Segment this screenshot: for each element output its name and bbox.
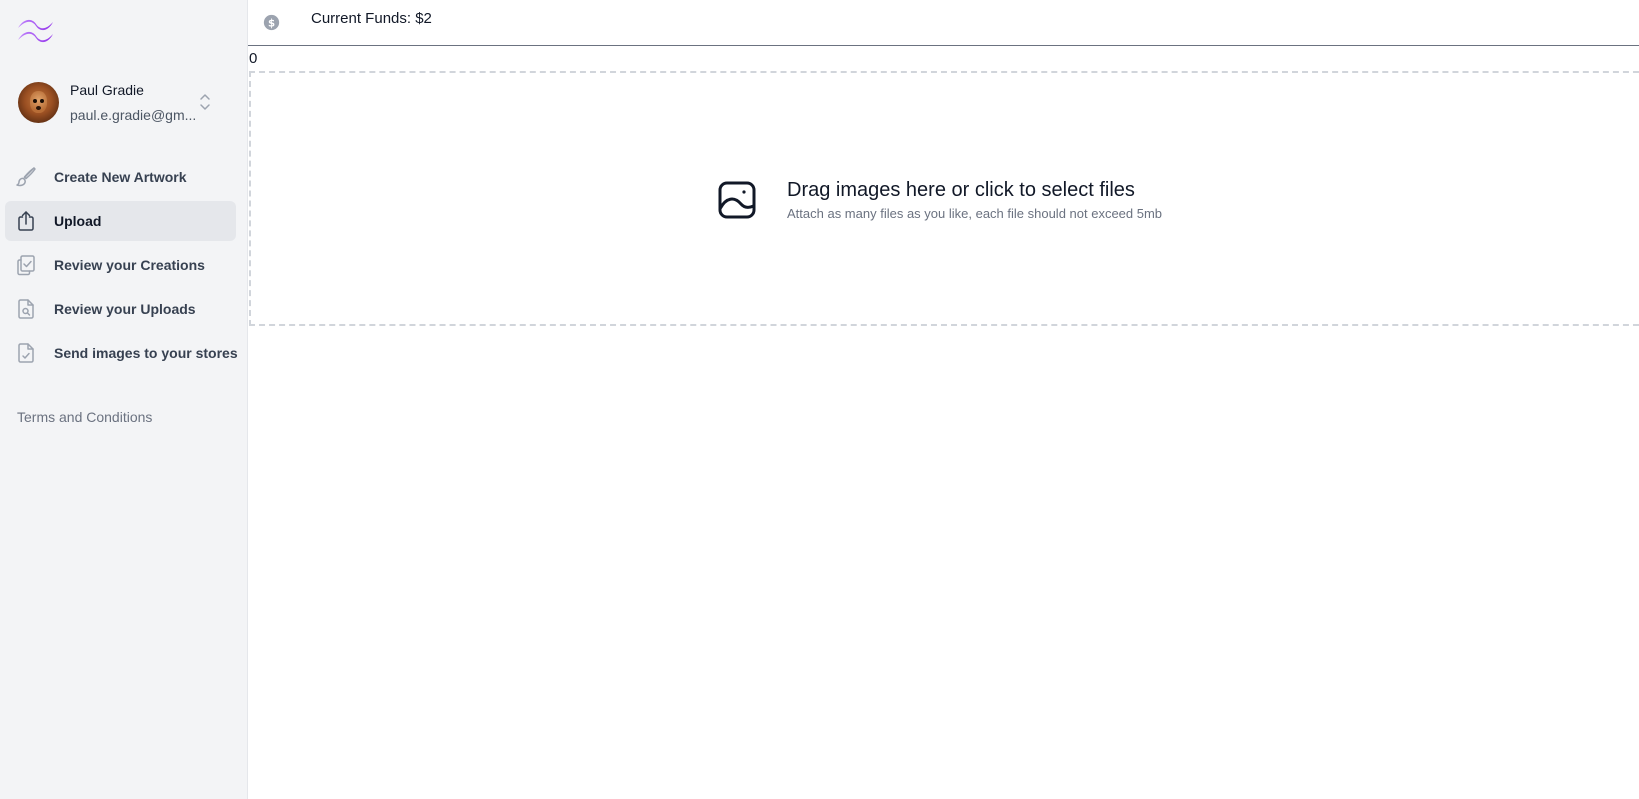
sidebar-nav: Create New Artwork Upload Review your Cr… [5,157,238,377]
file-dropzone[interactable]: Drag images here or click to select file… [249,71,1639,326]
user-email: paul.e.gradie@gm... [70,106,197,123]
sidebar-item-review-uploads[interactable]: Review your Uploads [5,289,236,329]
sidebar-item-label: Review your Uploads [54,301,196,317]
sidebar-item-label: Review your Creations [54,257,205,273]
sidebar-item-review-creations[interactable]: Review your Creations [5,245,236,285]
document-search-icon [18,299,34,319]
svg-text:$: $ [268,18,275,29]
dropzone-subtitle: Attach as many files as you like, each f… [787,206,1163,221]
sidebar-item-label: Create New Artwork [54,169,187,185]
sidebar-item-create-new-artwork[interactable]: Create New Artwork [5,157,236,197]
user-menu-button[interactable]: Paul Gradie paul.e.gradie@gm... [18,80,224,124]
sidebar-item-upload[interactable]: Upload [5,201,236,241]
terms-and-conditions-link[interactable]: Terms and Conditions [17,409,152,425]
logo-icon[interactable] [16,14,56,44]
sidebar-item-label: Send images to your stores [54,345,238,361]
avatar [18,81,59,123]
paintbrush-icon [16,167,36,187]
clipboard-check-icon [17,255,35,276]
topbar: $ Current Funds: $2 [248,0,1639,46]
dollar-circle-icon: $ [263,14,280,31]
document-check-icon [18,343,34,363]
counter-text: 0 [249,50,258,67]
current-funds: Current Funds: $2 [311,10,432,27]
sidebar-item-send-images[interactable]: Send images to your stores [5,333,238,373]
sidebar-item-label: Upload [54,213,102,229]
upload-icon [18,211,34,231]
user-info: Paul Gradie paul.e.gradie@gm... [70,81,200,124]
dropzone-title: Drag images here or click to select file… [787,179,1135,201]
sidebar: Paul Gradie paul.e.gradie@gm... Create N… [0,0,248,799]
chevron-up-down-icon [200,94,210,110]
image-icon [718,181,756,219]
user-name: Paul Gradie [70,81,144,98]
